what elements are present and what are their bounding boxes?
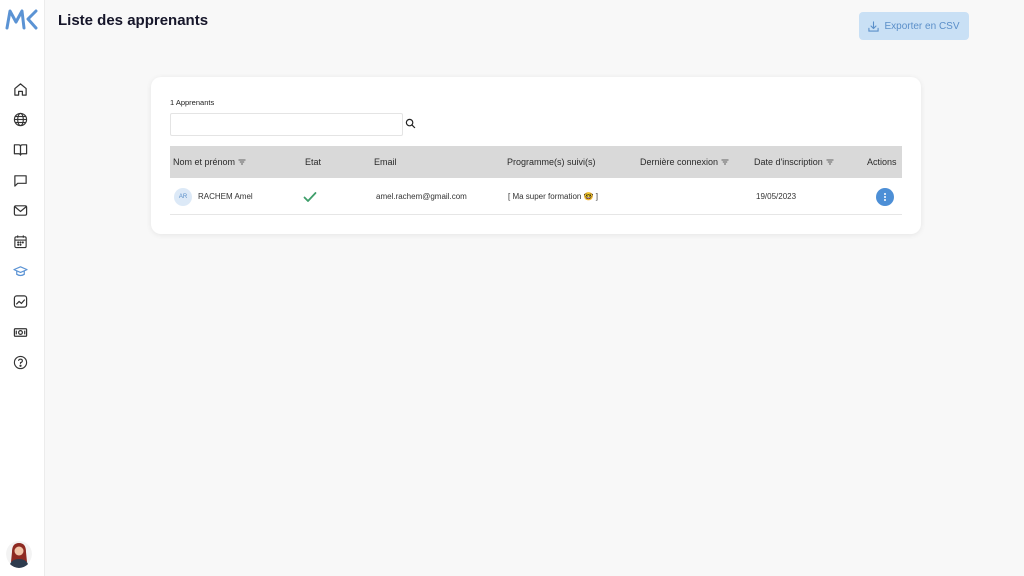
check-icon [303, 191, 317, 202]
calendar-icon [13, 234, 27, 248]
row-actions-button[interactable] [876, 187, 894, 206]
learner-name-cell: AR RACHEM Amel [174, 178, 253, 215]
filter-icon[interactable] [721, 158, 729, 166]
column-header-label: Nom et prénom [173, 157, 236, 167]
learner-program: [ Ma super formation 🤓 ] [508, 192, 598, 201]
page-title: Liste des apprenants [58, 12, 209, 29]
more-vertical-icon [884, 192, 886, 201]
learner-initials-avatar: AR [174, 187, 192, 206]
sidebar-item-messages[interactable] [11, 171, 29, 189]
column-header-email: Email [374, 146, 397, 178]
column-header-name[interactable]: Nom et prénom [173, 146, 246, 178]
column-header-label: Actions [867, 157, 897, 167]
learners-count: 1 Apprenants [170, 98, 215, 107]
column-header-programs: Programme(s) suivi(s) [507, 146, 596, 178]
learners-card: 1 Apprenants Nom et prénom Etat Email Pr… [151, 77, 921, 234]
column-header-registration-date[interactable]: Date d'inscription [754, 146, 834, 178]
sidebar-item-stats[interactable] [11, 292, 29, 310]
home-icon [13, 82, 27, 96]
learner-email: amel.rachem@gmail.com [376, 192, 467, 201]
column-header-last-login[interactable]: Dernière connexion [640, 146, 729, 178]
filter-icon[interactable] [238, 158, 246, 166]
column-header-status: Etat [305, 146, 321, 178]
column-header-label: Etat [305, 157, 322, 167]
user-avatar-image [6, 541, 32, 568]
money-icon [13, 327, 27, 337]
learner-program-cell: [ Ma super formation 🤓 ] [508, 178, 598, 215]
sidebar-item-home[interactable] [11, 80, 29, 98]
learner-actions-cell [876, 178, 894, 215]
sidebar-item-help[interactable] [11, 353, 29, 371]
search-input[interactable] [170, 113, 403, 136]
sidebar-item-globe[interactable] [11, 110, 29, 128]
search-icon[interactable] [405, 118, 416, 129]
chat-icon [13, 174, 27, 187]
graduation-cap-icon [12, 265, 28, 276]
table-header: Nom et prénom Etat Email Programme(s) su… [170, 146, 902, 178]
mk-logo[interactable] [5, 8, 39, 30]
export-csv-label: Exporter en CSV [884, 20, 960, 32]
export-csv-button[interactable]: Exporter en CSV [859, 12, 969, 40]
sidebar-item-calendar[interactable] [11, 232, 29, 250]
help-icon [13, 355, 27, 369]
mail-icon [13, 204, 27, 216]
column-header-label: Date d'inscription [754, 157, 823, 167]
learner-email-cell: amel.rachem@gmail.com [376, 178, 467, 215]
download-icon [868, 20, 880, 32]
table-row[interactable]: AR RACHEM Amel amel.rachem@gmail.com [ M… [170, 178, 902, 215]
learner-registration-date-cell: 19/05/2023 [756, 178, 796, 215]
sidebar-item-library[interactable] [11, 140, 29, 158]
globe-icon [13, 112, 27, 126]
book-icon [13, 143, 27, 156]
sidebar [0, 0, 45, 576]
column-header-label: Email [374, 157, 397, 167]
sidebar-item-mail[interactable] [11, 201, 29, 219]
column-header-actions: Actions [867, 146, 897, 178]
learner-name: RACHEM Amel [198, 192, 253, 201]
sidebar-item-payments[interactable] [11, 323, 29, 341]
learner-registration-date: 19/05/2023 [756, 192, 797, 201]
learner-status-cell [303, 178, 317, 215]
user-avatar[interactable] [6, 540, 32, 568]
sidebar-item-learners[interactable] [11, 262, 29, 280]
column-header-label: Programme(s) suivi(s) [507, 157, 596, 167]
image-chart-icon [13, 294, 27, 308]
filter-icon[interactable] [826, 158, 834, 166]
column-header-label: Dernière connexion [640, 157, 719, 167]
